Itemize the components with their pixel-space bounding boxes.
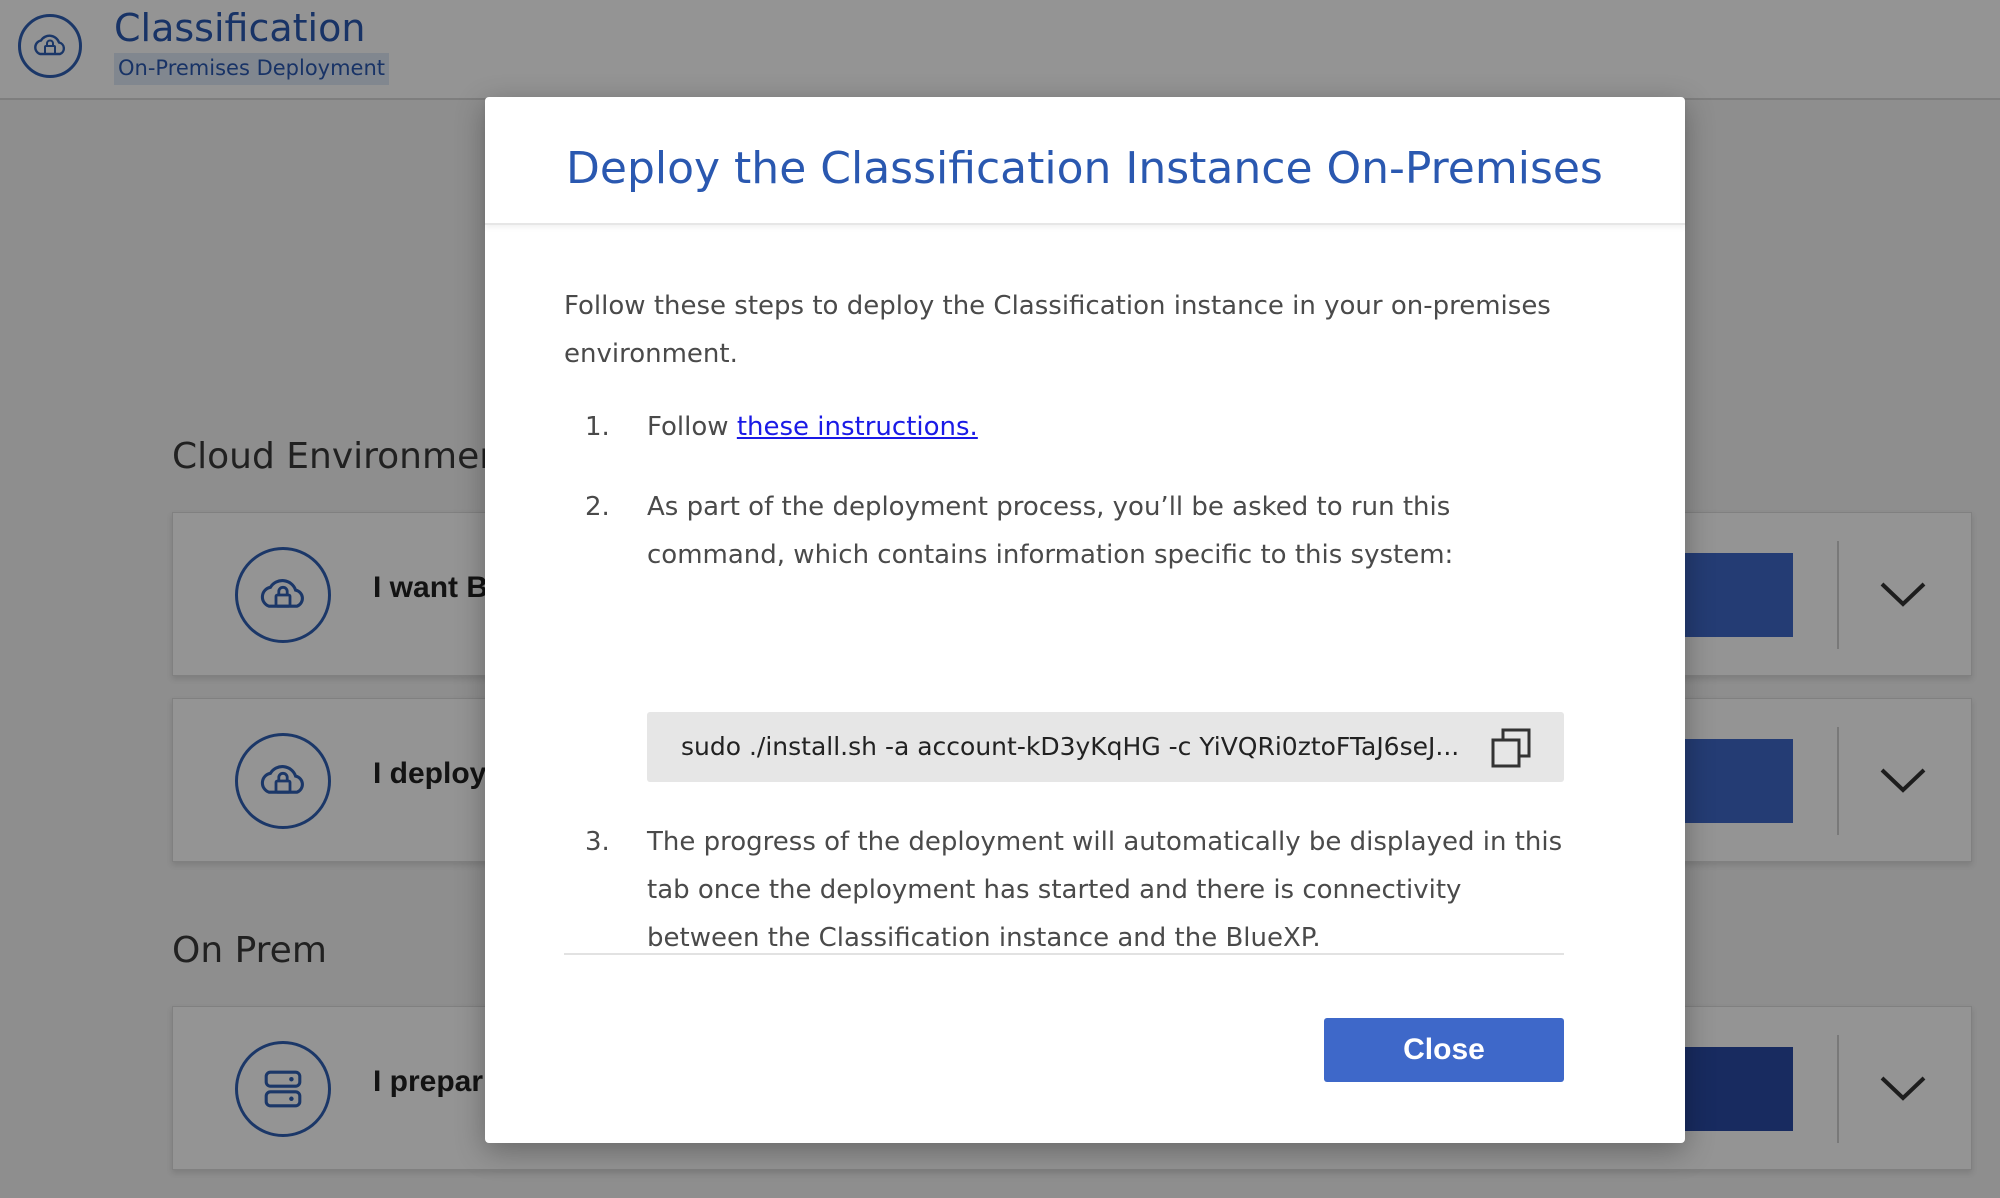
- close-button[interactable]: Close: [1324, 1018, 1564, 1082]
- step-prefix: Follow: [647, 412, 737, 442]
- command-box: sudo ./install.sh -a account-kD3yKqHG -c…: [647, 712, 1564, 782]
- deploy-modal: Deploy the Classification Instance On-Pr…: [485, 97, 1685, 1143]
- step-number: 1.: [585, 412, 610, 442]
- modal-header: Deploy the Classification Instance On-Pr…: [485, 97, 1685, 225]
- instructions-link[interactable]: these instructions.: [737, 412, 978, 442]
- copy-icon[interactable]: [1487, 724, 1535, 772]
- modal-title: Deploy the Classification Instance On-Pr…: [566, 143, 1603, 194]
- command-text[interactable]: sudo ./install.sh -a account-kD3yKqHG -c…: [681, 722, 1459, 772]
- step-number: 3.: [585, 827, 610, 857]
- modal-body: Follow these steps to deploy the Classif…: [564, 282, 1564, 953]
- modal-divider: [564, 953, 1564, 955]
- step-text: Follow these instructions.: [647, 403, 1564, 451]
- step-number: 2.: [585, 492, 610, 522]
- step-text: As part of the deployment process, you’l…: [647, 492, 1454, 570]
- modal-intro: Follow these steps to deploy the Classif…: [564, 291, 1551, 369]
- step-text: The progress of the deployment will auto…: [647, 827, 1563, 953]
